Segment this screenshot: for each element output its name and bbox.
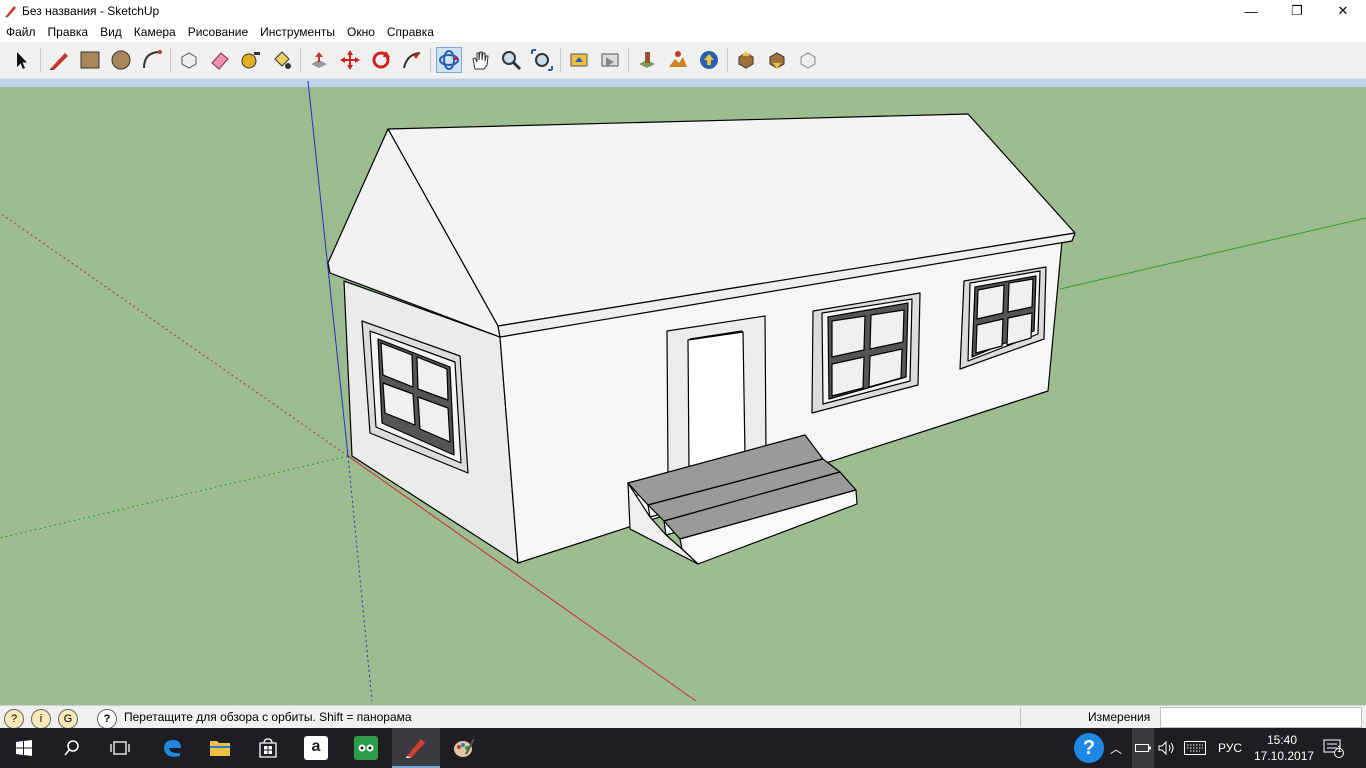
sketchup-app-icon — [5, 6, 16, 18]
instructor-help-icon[interactable]: ? — [97, 709, 117, 729]
make-component-icon[interactable] — [176, 47, 202, 73]
tape-measure-icon[interactable] — [238, 47, 264, 73]
measurements-label: Измерения — [1088, 710, 1151, 724]
modeling-viewport[interactable] — [0, 78, 1366, 706]
windows-start-icon[interactable] — [0, 728, 48, 768]
menu-edit[interactable]: Правка — [42, 22, 95, 42]
menu-file[interactable]: Файл — [0, 22, 42, 42]
model-canvas — [0, 80, 1366, 702]
sketchup-taskbar-icon[interactable] — [392, 728, 440, 768]
zoom-extents-icon[interactable] — [529, 47, 555, 73]
maximize-button[interactable]: ❐ — [1274, 0, 1320, 22]
zoom-icon[interactable] — [498, 47, 524, 73]
paint-icon[interactable] — [440, 728, 488, 768]
notification-count: 1 — [1337, 744, 1343, 754]
green-axis-negative — [0, 455, 349, 539]
circle-icon[interactable] — [108, 47, 134, 73]
previous-view-icon[interactable] — [566, 47, 592, 73]
rotate-icon[interactable] — [368, 47, 394, 73]
share-model-icon[interactable] — [733, 47, 759, 73]
toolbar-separator — [430, 48, 431, 72]
minimize-button[interactable]: — — [1228, 0, 1274, 22]
close-button[interactable]: ✕ — [1320, 0, 1366, 22]
keyboard-icon[interactable] — [1184, 728, 1206, 768]
red-axis-negative — [0, 212, 349, 457]
clock[interactable]: 15:40 17.10.2017 — [1254, 732, 1315, 764]
orbit-icon[interactable] — [436, 47, 462, 73]
follow-me-icon[interactable] — [399, 47, 425, 73]
status-bar: ? i G ? Перетащите для обзора с орбиты. … — [0, 705, 1366, 729]
next-view-icon[interactable] — [597, 47, 623, 73]
move-icon[interactable] — [337, 47, 363, 73]
add-location-icon[interactable] — [634, 47, 660, 73]
menu-tools[interactable]: Инструменты — [254, 22, 341, 42]
credits-icon[interactable]: i — [31, 709, 51, 729]
action-center-icon[interactable]: 1 — [1322, 728, 1344, 768]
menu-draw[interactable]: Рисование — [182, 22, 254, 42]
volume-icon[interactable] — [1158, 728, 1176, 768]
search-icon[interactable] — [48, 728, 96, 768]
arc-icon[interactable] — [139, 47, 165, 73]
menu-help[interactable]: Справка — [381, 22, 440, 42]
paint-bucket-icon[interactable] — [269, 47, 295, 73]
main-toolbar — [0, 42, 1366, 79]
pencil-icon[interactable] — [46, 47, 72, 73]
toolbar-separator — [727, 48, 728, 72]
measurements-input[interactable] — [1160, 707, 1362, 728]
house-model — [327, 113, 1076, 565]
signin-icon[interactable]: G — [58, 709, 78, 729]
menu-window[interactable]: Окно — [341, 22, 381, 42]
tripadvisor-icon[interactable] — [342, 728, 390, 768]
language-indicator[interactable]: РУС — [1218, 728, 1242, 768]
push-pull-icon[interactable] — [306, 47, 332, 73]
toolbar-separator — [40, 48, 41, 72]
task-view-icon[interactable] — [96, 728, 144, 768]
help-tray-icon[interactable]: ? — [1074, 728, 1104, 768]
share-component-icon[interactable] — [795, 47, 821, 73]
amazon-icon[interactable]: a — [292, 728, 340, 768]
menu-camera[interactable]: Камера — [128, 22, 182, 42]
toolbar-separator — [300, 48, 301, 72]
file-explorer-icon[interactable] — [196, 728, 244, 768]
select-icon[interactable] — [8, 47, 34, 73]
window-title: Без названия - SketchUp — [22, 4, 160, 18]
clock-time: 15:40 — [1266, 733, 1298, 747]
status-hint: Перетащите для обзора с орбиты. Shift = … — [124, 710, 412, 724]
menu-bar: Файл Правка Вид Камера Рисование Инструм… — [0, 22, 1366, 42]
status-separator — [1020, 708, 1021, 727]
menu-view[interactable]: Вид — [94, 22, 128, 42]
clock-date: 17.10.2017 — [1254, 749, 1315, 763]
battery-icon[interactable] — [1132, 728, 1154, 768]
rectangle-icon[interactable] — [77, 47, 103, 73]
taskbar: a ? ︿ РУС 15:40 17.10.2017 1 — [0, 728, 1366, 768]
blue-axis-negative — [347, 455, 373, 702]
toolbar-separator — [170, 48, 171, 72]
store-icon[interactable] — [244, 728, 292, 768]
toolbar-separator — [628, 48, 629, 72]
toolbar-separator — [560, 48, 561, 72]
pan-icon[interactable] — [467, 47, 493, 73]
get-models-icon[interactable] — [696, 47, 722, 73]
eraser-icon[interactable] — [207, 47, 233, 73]
title-bar: Без названия - SketchUp — ❐ ✕ — [0, 0, 1366, 22]
edge-icon[interactable] — [148, 728, 196, 768]
geo-location-icon[interactable]: ? — [4, 709, 24, 729]
toggle-terrain-icon[interactable] — [665, 47, 691, 73]
show-hidden-icons-icon[interactable]: ︿ — [1110, 728, 1122, 768]
get-photo-texture-icon[interactable] — [764, 47, 790, 73]
green-axis — [1059, 217, 1366, 290]
